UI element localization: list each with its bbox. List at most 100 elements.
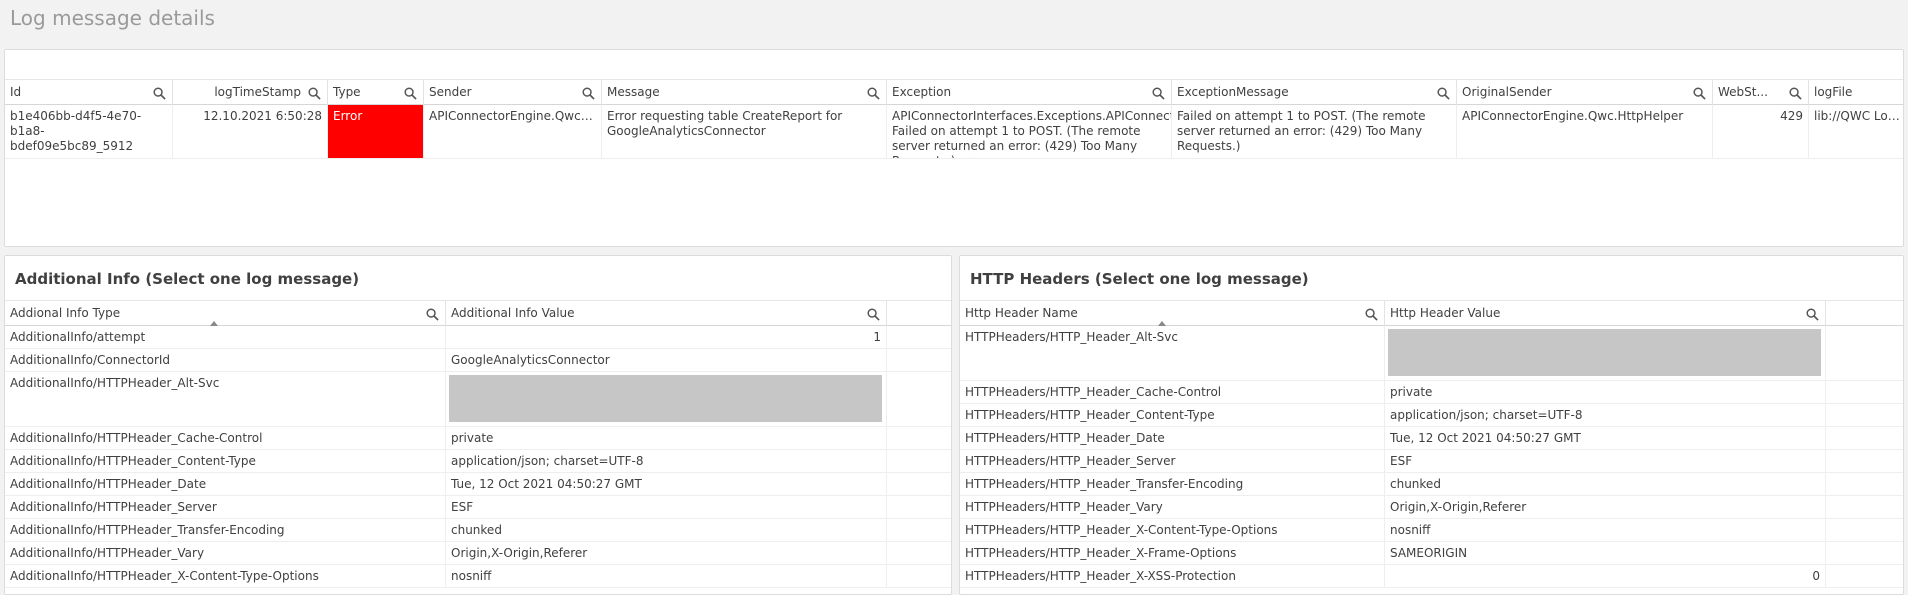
cell-header-name[interactable]: HTTPHeaders/HTTP_Header_X-XSS-Protection xyxy=(960,565,1385,587)
table-row[interactable]: AdditionalInfo/HTTPHeader_Date Tue, 12 O… xyxy=(5,473,951,496)
cell-header-value[interactable]: SAMEORIGIN xyxy=(1385,542,1826,564)
cell-exception[interactable]: APIConnectorInterfaces.Exceptions.APICon… xyxy=(887,105,1172,158)
cell-exception-message[interactable]: Failed on attempt 1 to POST. (The remote… xyxy=(1172,105,1457,158)
table-row[interactable]: HTTPHeaders/HTTP_Header_Alt-Svc xyxy=(960,326,1903,381)
col-header-sender[interactable]: Sender xyxy=(424,80,602,106)
table-row[interactable]: AdditionalInfo/HTTPHeader_Transfer-Encod… xyxy=(5,519,951,542)
cell-message[interactable]: Error requesting table CreateReport for … xyxy=(602,105,887,158)
search-icon[interactable] xyxy=(1152,87,1165,100)
cell-info-value[interactable]: application/json; charset=UTF-8 xyxy=(446,450,887,472)
table-row[interactable]: HTTPHeaders/HTTP_Header_Server ESF xyxy=(960,450,1903,473)
table-row[interactable]: AdditionalInfo/HTTPHeader_X-Content-Type… xyxy=(5,565,951,588)
col-header-additional-info-value[interactable]: Additional Info Value xyxy=(446,301,887,327)
cell-info-type[interactable]: AdditionalInfo/HTTPHeader_Cache-Control xyxy=(5,427,446,449)
cell-info-value[interactable]: 1 xyxy=(446,326,887,348)
table-row[interactable]: AdditionalInfo/HTTPHeader_Content-Type a… xyxy=(5,450,951,473)
col-header-http-header-value[interactable]: Http Header Value xyxy=(1385,301,1826,327)
cell-type-error[interactable]: Error xyxy=(328,105,424,158)
col-header-message[interactable]: Message xyxy=(602,80,887,106)
cell-header-name[interactable]: HTTPHeaders/HTTP_Header_Cache-Control xyxy=(960,381,1385,403)
cell-header-name[interactable]: HTTPHeaders/HTTP_Header_Content-Type xyxy=(960,404,1385,426)
cell-info-value[interactable]: Origin,X-Origin,Referer xyxy=(446,542,887,564)
cell-header-value[interactable]: nosniff xyxy=(1385,519,1826,541)
cell-header-value[interactable]: chunked xyxy=(1385,473,1826,495)
search-icon[interactable] xyxy=(867,308,880,321)
cell-header-name[interactable]: HTTPHeaders/HTTP_Header_X-Content-Type-O… xyxy=(960,519,1385,541)
search-icon[interactable] xyxy=(1437,87,1450,100)
cell-original-sender[interactable]: APIConnectorEngine.Qwc.HttpHelper xyxy=(1457,105,1713,158)
table-row[interactable]: AdditionalInfo/HTTPHeader_Alt-Svc xyxy=(5,372,951,427)
cell-web-status[interactable]: 429 xyxy=(1713,105,1809,158)
cell-sender[interactable]: APIConnectorEngine.Qwc.W... xyxy=(424,105,602,158)
table-row[interactable]: AdditionalInfo/attempt 1 xyxy=(5,326,951,349)
cell-info-type[interactable]: AdditionalInfo/HTTPHeader_Transfer-Encod… xyxy=(5,519,446,541)
col-header-logtimestamp[interactable]: logTimeStamp xyxy=(173,80,328,106)
table-row[interactable]: AdditionalInfo/HTTPHeader_Server ESF xyxy=(5,496,951,519)
table-row[interactable]: HTTPHeaders/HTTP_Header_Content-Type app… xyxy=(960,404,1903,427)
table-row[interactable]: AdditionalInfo/HTTPHeader_Vary Origin,X-… xyxy=(5,542,951,565)
cell-logtimestamp[interactable]: 12.10.2021 6:50:28 xyxy=(173,105,328,158)
cell-header-value[interactable] xyxy=(1385,326,1826,380)
col-header-type[interactable]: Type xyxy=(328,80,424,106)
col-header-exception[interactable]: Exception xyxy=(887,80,1172,106)
cell-header-name[interactable]: HTTPHeaders/HTTP_Header_Vary xyxy=(960,496,1385,518)
table-row[interactable]: HTTPHeaders/HTTP_Header_X-Frame-Options … xyxy=(960,542,1903,565)
cell-info-type[interactable]: AdditionalInfo/HTTPHeader_Server xyxy=(5,496,446,518)
cell-info-type[interactable]: AdditionalInfo/HTTPHeader_Vary xyxy=(5,542,446,564)
col-header-additional-info-type[interactable]: Addional Info Type xyxy=(5,301,446,327)
col-header-http-header-name[interactable]: Http Header Name xyxy=(960,301,1385,327)
table-row[interactable]: HTTPHeaders/HTTP_Header_Cache-Control pr… xyxy=(960,381,1903,404)
search-icon[interactable] xyxy=(1365,308,1378,321)
cell-info-value[interactable]: GoogleAnalyticsConnector xyxy=(446,349,887,371)
table-row[interactable]: HTTPHeaders/HTTP_Header_Date Tue, 12 Oct… xyxy=(960,427,1903,450)
cell-header-name[interactable]: HTTPHeaders/HTTP_Header_Transfer-Encodin… xyxy=(960,473,1385,495)
cell-header-value[interactable]: ESF xyxy=(1385,450,1826,472)
col-header-exceptionmessage[interactable]: ExceptionMessage xyxy=(1172,80,1457,106)
col-header-id[interactable]: Id xyxy=(5,80,173,106)
col-header-originalsender[interactable]: OriginalSender xyxy=(1457,80,1713,106)
cell-header-value[interactable]: Origin,X-Origin,Referer xyxy=(1385,496,1826,518)
cell-header-name[interactable]: HTTPHeaders/HTTP_Header_Server xyxy=(960,450,1385,472)
search-icon[interactable] xyxy=(582,87,595,100)
search-icon[interactable] xyxy=(153,87,166,100)
cell-info-value[interactable] xyxy=(446,372,887,426)
cell-info-type[interactable]: AdditionalInfo/HTTPHeader_X-Content-Type… xyxy=(5,565,446,587)
cell-header-value[interactable]: application/json; charset=UTF-8 xyxy=(1385,404,1826,426)
cell-header-value[interactable]: Tue, 12 Oct 2021 04:50:27 GMT xyxy=(1385,427,1826,449)
search-icon[interactable] xyxy=(426,308,439,321)
search-icon[interactable] xyxy=(1693,87,1706,100)
table-row[interactable]: AdditionalInfo/ConnectorId GoogleAnalyti… xyxy=(5,349,951,372)
cell-info-value[interactable]: nosniff xyxy=(446,565,887,587)
cell-id[interactable]: b1e406bb-d4f5-4e70-b1a8-bdef09e5bc89_591… xyxy=(5,105,173,158)
cell-info-type[interactable]: AdditionalInfo/HTTPHeader_Content-Type xyxy=(5,450,446,472)
cell-info-type[interactable]: AdditionalInfo/HTTPHeader_Alt-Svc xyxy=(5,372,446,426)
table-row[interactable]: HTTPHeaders/HTTP_Header_X-XSS-Protection… xyxy=(960,565,1903,588)
search-icon[interactable] xyxy=(1789,87,1802,100)
cell-header-value[interactable]: 0 xyxy=(1385,565,1826,587)
col-header-label: Type xyxy=(333,85,361,99)
search-icon[interactable] xyxy=(404,87,417,100)
cell-info-value[interactable]: ESF xyxy=(446,496,887,518)
cell-header-name[interactable]: HTTPHeaders/HTTP_Header_Date xyxy=(960,427,1385,449)
table-row[interactable]: HTTPHeaders/HTTP_Header_Vary Origin,X-Or… xyxy=(960,496,1903,519)
search-icon[interactable] xyxy=(308,87,321,100)
cell-info-value[interactable]: private xyxy=(446,427,887,449)
search-icon[interactable] xyxy=(1806,308,1819,321)
cell-info-type[interactable]: AdditionalInfo/ConnectorId xyxy=(5,349,446,371)
col-header-label: Exception xyxy=(892,85,952,99)
cell-info-value[interactable]: chunked xyxy=(446,519,887,541)
cell-header-name[interactable]: HTTPHeaders/HTTP_Header_X-Frame-Options xyxy=(960,542,1385,564)
table-row[interactable]: HTTPHeaders/HTTP_Header_Transfer-Encodin… xyxy=(960,473,1903,496)
col-header-webstatus[interactable]: WebSt... xyxy=(1713,80,1809,106)
cell-header-name[interactable]: HTTPHeaders/HTTP_Header_Alt-Svc xyxy=(960,326,1385,380)
cell-info-value[interactable]: Tue, 12 Oct 2021 04:50:27 GMT xyxy=(446,473,887,495)
table-row[interactable]: HTTPHeaders/HTTP_Header_X-Content-Type-O… xyxy=(960,519,1903,542)
cell-info-type[interactable]: AdditionalInfo/attempt xyxy=(5,326,446,348)
cell-log-file[interactable]: lib://QWC Logs/Lo xyxy=(1809,105,1903,158)
search-icon[interactable] xyxy=(867,87,880,100)
cell-info-type[interactable]: AdditionalInfo/HTTPHeader_Date xyxy=(5,473,446,495)
col-header-logfile[interactable]: logFile xyxy=(1809,80,1903,106)
cell-header-value[interactable]: private xyxy=(1385,381,1826,403)
table-row[interactable]: b1e406bb-d4f5-4e70-b1a8-bdef09e5bc89_591… xyxy=(5,105,1903,159)
table-row[interactable]: AdditionalInfo/HTTPHeader_Cache-Control … xyxy=(5,427,951,450)
